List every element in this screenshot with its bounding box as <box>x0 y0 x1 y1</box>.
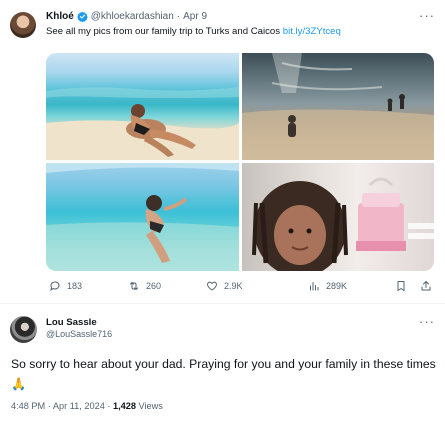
reply-author-name[interactable]: Lou Sassle <box>46 317 97 328</box>
reply-text: So sorry to hear about your dad. Praying… <box>11 357 436 391</box>
views-button[interactable]: 289K <box>308 280 347 292</box>
photo-water-woman[interactable] <box>46 163 239 271</box>
photo-girl-cake[interactable] <box>242 163 434 271</box>
tweet-date[interactable]: Apr 9 <box>183 11 207 22</box>
bookmark-button[interactable] <box>395 280 407 292</box>
separator-dot: · <box>176 11 181 22</box>
reply-timestamp[interactable]: 4:48 PM · Apr 11, 2024 · <box>11 401 113 411</box>
tweet-link[interactable]: bit.ly/3ZYtceq <box>283 26 341 37</box>
retweet-button[interactable]: 260 <box>128 280 161 292</box>
reply-meta: 4:48 PM · Apr 11, 2024 · 1,428 Views <box>11 401 163 411</box>
photo-beach-woman[interactable] <box>46 53 239 160</box>
photo-shoreline-children[interactable] <box>242 53 434 160</box>
verified-badge-icon <box>76 11 88 22</box>
author-name[interactable]: Khloé <box>46 11 74 22</box>
tweet-text: See all my pics from our family trip to … <box>46 26 341 37</box>
like-icon <box>207 281 217 291</box>
author-avatar[interactable] <box>10 12 36 38</box>
reply-views-label: Views <box>135 401 163 411</box>
tweet-text-body: See all my pics from our family trip to … <box>46 26 281 37</box>
reply-tweet[interactable]: Lou Sassle @LouSassle716 ··· So sorry to… <box>0 304 445 430</box>
reply-author-handle[interactable]: @LouSassle716 <box>46 329 112 339</box>
action-bar: 183 260 2.9K 289K <box>46 280 434 294</box>
reply-author-avatar[interactable] <box>10 316 37 343</box>
author-handle[interactable]: @khloekardashian <box>91 11 174 22</box>
like-count: 2.9K <box>224 281 243 291</box>
quoted-tweet[interactable]: Khloé @khloekardashian · Apr 9 ··· See a… <box>0 0 445 300</box>
share-button[interactable] <box>420 280 432 292</box>
views-count: 289K <box>326 281 348 291</box>
reply-views-count: 1,428 <box>112 401 136 411</box>
retweet-icon <box>130 282 138 290</box>
views-icon <box>310 282 319 291</box>
media-grid <box>46 53 434 271</box>
share-icon <box>421 281 431 291</box>
bookmark-icon <box>397 281 405 291</box>
reply-icon <box>50 281 60 292</box>
retweet-count: 260 <box>146 281 162 291</box>
like-button[interactable]: 2.9K <box>206 280 243 292</box>
more-icon[interactable]: ··· <box>419 8 435 23</box>
reply-button[interactable]: 183 <box>49 280 82 292</box>
reply-count: 183 <box>67 281 83 291</box>
tweet-header: Khloé @khloekardashian · Apr 9 <box>46 11 207 22</box>
more-icon[interactable]: ··· <box>419 314 435 329</box>
